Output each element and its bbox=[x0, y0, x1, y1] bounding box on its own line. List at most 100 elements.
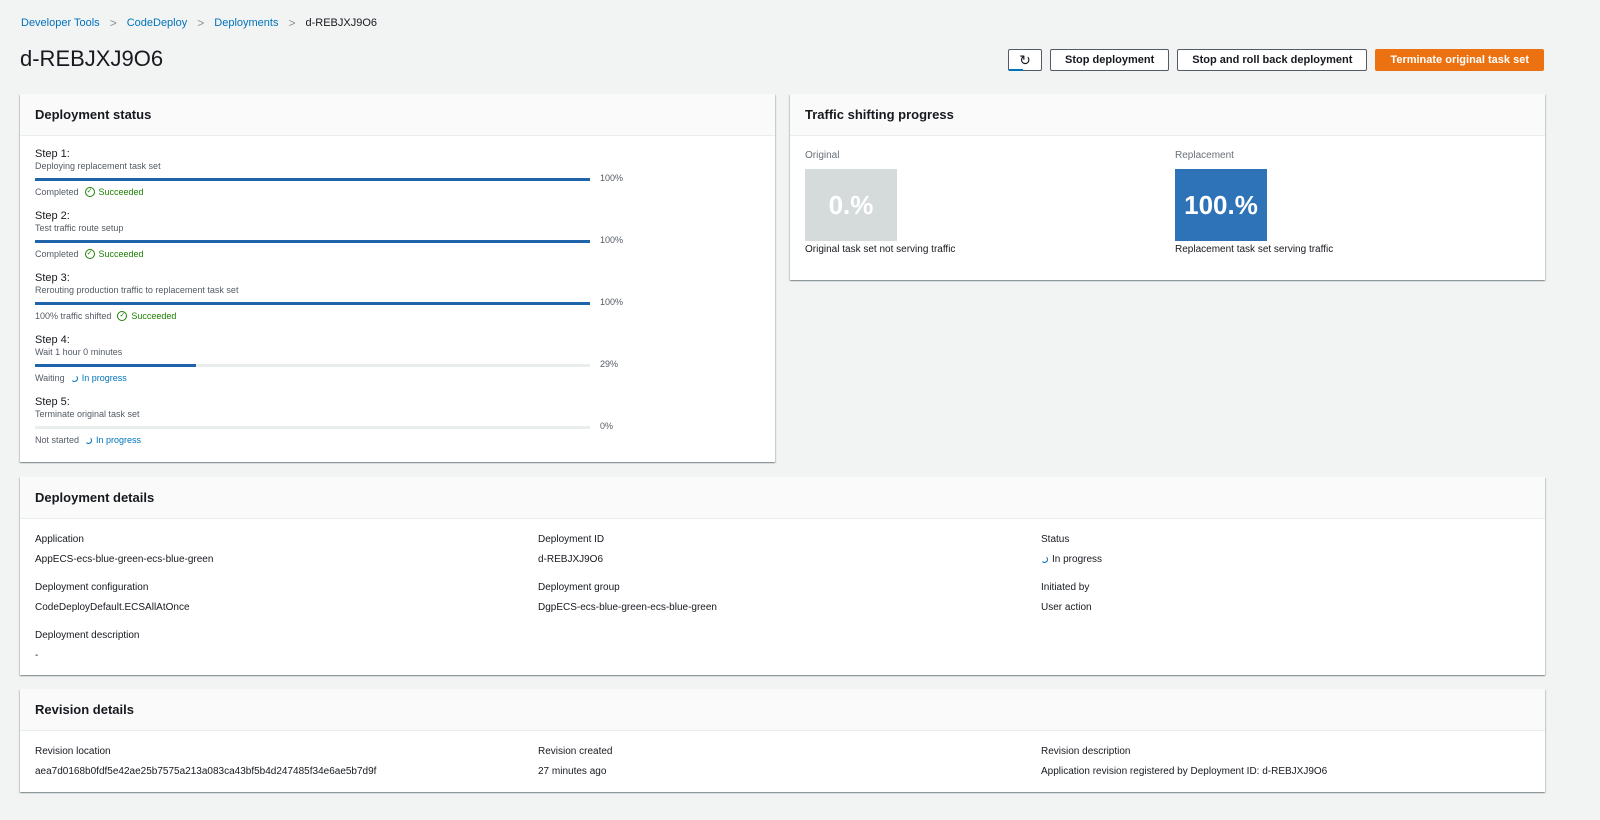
replacement-percent-box: 100.% bbox=[1175, 169, 1267, 241]
revision-created-value: 27 minutes ago bbox=[538, 766, 607, 777]
deployment-id-label: Deployment ID bbox=[538, 534, 605, 545]
step-progress-bar bbox=[35, 178, 590, 181]
breadcrumb-codedeploy[interactable]: CodeDeploy bbox=[127, 17, 188, 29]
step-state: 100% traffic shifted bbox=[35, 311, 112, 321]
status-label: Status bbox=[1041, 534, 1070, 545]
step-label: Step 4: bbox=[35, 334, 70, 346]
deployment-step: Step 2: Test traffic route setup 100% Co… bbox=[20, 202, 775, 264]
status-text: In progress bbox=[1052, 554, 1103, 565]
terminate-original-task-set-button[interactable]: Terminate original task set bbox=[1375, 49, 1544, 71]
step-label: Step 5: bbox=[35, 396, 70, 408]
succeeded-badge: ✓ Succeeded bbox=[84, 249, 144, 259]
badge-text: Succeeded bbox=[98, 187, 144, 197]
deployment-id-value: d-REBJXJ9O6 bbox=[538, 554, 604, 565]
revision-location-label: Revision location bbox=[35, 746, 111, 757]
original-traffic: Original 0.% Original task set not servi… bbox=[805, 150, 955, 255]
chevron-right-icon: > bbox=[288, 16, 296, 30]
step-state: Not started bbox=[35, 435, 80, 445]
initiated-value: User action bbox=[1041, 602, 1092, 613]
badge-text: Succeeded bbox=[98, 249, 144, 259]
spinner-icon bbox=[1041, 556, 1048, 563]
initiated-label: Initiated by bbox=[1041, 582, 1090, 593]
step-state: Completed bbox=[35, 187, 79, 197]
breadcrumb: Developer Tools > CodeDeploy > Deployments… bbox=[21, 16, 377, 30]
deployment-step: Step 5: Terminate original task set 0% N… bbox=[20, 388, 775, 450]
progress-fill bbox=[35, 302, 590, 305]
deployment-step: Step 3: Rerouting production traffic to … bbox=[20, 264, 775, 326]
step-percent: 0% bbox=[600, 421, 614, 431]
step-description: Rerouting production traffic to replacem… bbox=[35, 285, 239, 295]
chevron-right-icon: > bbox=[197, 16, 205, 30]
panel-title: Deployment details bbox=[20, 477, 1545, 519]
step-label: Step 3: bbox=[35, 272, 70, 284]
spinner-icon bbox=[70, 374, 78, 382]
step-progress-bar bbox=[35, 364, 590, 367]
refresh-button[interactable]: ↻ bbox=[1008, 49, 1043, 71]
step-description: Terminate original task set bbox=[35, 409, 140, 419]
progress-fill bbox=[35, 178, 590, 181]
chevron-right-icon: > bbox=[109, 16, 117, 30]
step-percent: 100% bbox=[600, 235, 624, 245]
revision-description-value: Application revision registered by Deplo… bbox=[1041, 766, 1328, 777]
original-label: Original bbox=[805, 150, 840, 161]
step-progress-bar bbox=[35, 302, 590, 305]
description-label: Deployment description bbox=[35, 630, 140, 641]
in-progress-badge: In progress bbox=[70, 373, 127, 383]
original-percent-box: 0.% bbox=[805, 169, 897, 241]
step-percent: 100% bbox=[600, 297, 624, 307]
check-circle-icon: ✓ bbox=[84, 187, 95, 197]
replacement-label: Replacement bbox=[1175, 150, 1234, 161]
traffic-shifting-panel: Traffic shifting progress Original 0.% O… bbox=[790, 94, 1545, 280]
application-label: Application bbox=[35, 534, 84, 545]
replacement-traffic: Replacement 100.% Replacement task set s… bbox=[1175, 150, 1333, 255]
revision-description-label: Revision description bbox=[1041, 746, 1131, 757]
revision-details-panel: Revision details Revision location aea7d0… bbox=[20, 689, 1545, 792]
succeeded-badge: ✓ Succeeded bbox=[117, 311, 176, 321]
step-percent: 29% bbox=[600, 359, 619, 369]
in-progress-badge: In progress bbox=[85, 435, 141, 445]
deployment-status-panel: Deployment status Step 1: Deploying repl… bbox=[20, 94, 775, 462]
replacement-caption: Replacement task set serving traffic bbox=[1175, 244, 1334, 255]
progress-fill bbox=[35, 364, 196, 367]
badge-text: In progress bbox=[81, 373, 127, 383]
stop-deployment-button[interactable]: Stop deployment bbox=[1050, 49, 1170, 71]
step-progress-bar bbox=[35, 426, 590, 429]
step-label: Step 1: bbox=[35, 148, 70, 160]
panel-title: Deployment status bbox=[20, 94, 775, 136]
breadcrumb-deployments[interactable]: Deployments bbox=[214, 17, 278, 29]
step-description: Deploying replacement task set bbox=[35, 161, 161, 171]
badge-text: Succeeded bbox=[131, 311, 177, 321]
stop-and-rollback-button[interactable]: Stop and roll back deployment bbox=[1177, 49, 1368, 71]
step-description: Wait 1 hour 0 minutes bbox=[35, 347, 123, 357]
group-label: Deployment group bbox=[538, 582, 620, 593]
step-label: Step 2: bbox=[35, 210, 70, 222]
progress-fill bbox=[35, 240, 590, 243]
group-link[interactable]: DgpECS-ecs-blue-green-ecs-blue-green bbox=[538, 602, 717, 613]
step-progress-bar bbox=[35, 240, 590, 243]
page-title: d-REBJXJ9O6 bbox=[20, 46, 164, 71]
revision-location-link[interactable]: aea7d0168b0fdf5e42ae25b7575a213a083ca43b… bbox=[35, 766, 376, 777]
config-label: Deployment configuration bbox=[35, 582, 149, 593]
panel-title: Revision details bbox=[20, 689, 1545, 731]
status-badge: In progress bbox=[1041, 554, 1102, 565]
step-description: Test traffic route setup bbox=[35, 223, 124, 233]
original-caption: Original task set not serving traffic bbox=[805, 244, 956, 255]
badge-text: In progress bbox=[96, 435, 142, 445]
step-percent: 100% bbox=[600, 173, 624, 183]
step-state: Waiting bbox=[35, 373, 65, 383]
panel-title: Traffic shifting progress bbox=[790, 94, 1545, 136]
config-link[interactable]: CodeDeployDefault.ECSAllAtOnce bbox=[35, 602, 190, 613]
check-circle-icon: ✓ bbox=[84, 249, 95, 259]
check-circle-icon: ✓ bbox=[117, 311, 128, 321]
deployment-step: Step 4: Wait 1 hour 0 minutes 29% Waitin… bbox=[20, 326, 775, 388]
refresh-icon: ↻ bbox=[1019, 51, 1031, 68]
breadcrumb-developer-tools[interactable]: Developer Tools bbox=[21, 17, 100, 29]
breadcrumb-current: d-REBJXJ9O6 bbox=[305, 17, 378, 29]
succeeded-badge: ✓ Succeeded bbox=[84, 187, 144, 197]
revision-created-label: Revision created bbox=[538, 746, 613, 757]
description-value: - bbox=[35, 650, 39, 661]
application-link[interactable]: AppECS-ecs-blue-green-ecs-blue-green bbox=[35, 554, 213, 565]
step-state: Completed bbox=[35, 249, 79, 259]
spinner-icon bbox=[85, 436, 93, 444]
deployment-step: Step 1: Deploying replacement task set 1… bbox=[20, 140, 775, 202]
